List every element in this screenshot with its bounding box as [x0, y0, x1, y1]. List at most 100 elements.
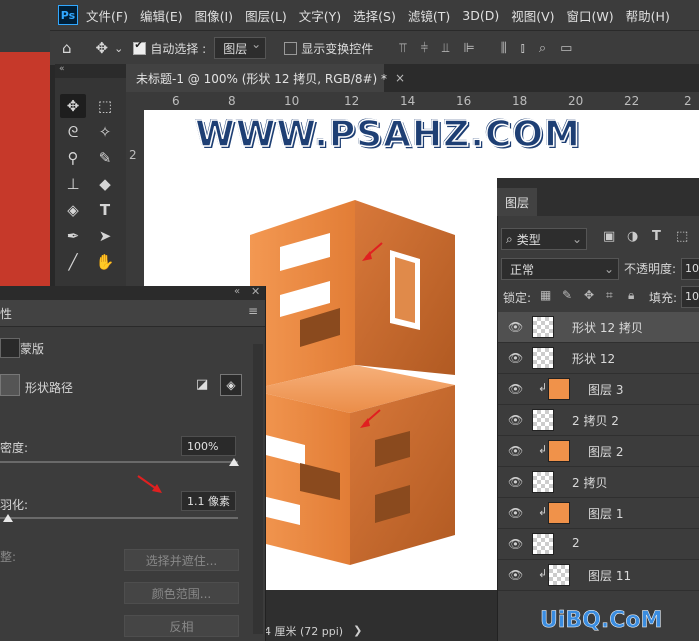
- filter-pixel-icon[interactable]: ▣: [603, 229, 615, 244]
- lasso-icon[interactable]: ᘓ: [60, 120, 86, 144]
- move-tool-icon[interactable]: ✥: [96, 39, 109, 57]
- menu-type[interactable]: 文字(Y): [299, 6, 341, 25]
- close-panel-icon[interactable]: ✕: [251, 285, 260, 298]
- type-tool-icon[interactable]: T: [92, 198, 118, 222]
- density-slider[interactable]: [0, 461, 238, 463]
- layer-name[interactable]: 图层 3: [588, 381, 623, 398]
- auto-select-checkbox[interactable]: [133, 40, 147, 55]
- invert-button[interactable]: 反相: [124, 615, 239, 637]
- align-top-icon[interactable]: ⫪: [399, 41, 406, 56]
- panel-menu-icon[interactable]: ≡: [248, 304, 258, 318]
- menu-layer[interactable]: 图层(L): [245, 6, 287, 25]
- layer-name[interactable]: 形状 12 拷贝: [572, 319, 643, 336]
- lock-position-icon[interactable]: ✥: [584, 288, 594, 302]
- eye-icon[interactable]: 👁︎: [508, 444, 523, 458]
- layer-name[interactable]: 2: [572, 536, 580, 550]
- lock-image-icon[interactable]: ✎: [562, 288, 572, 302]
- filter-shape-icon[interactable]: ⬚: [676, 229, 688, 244]
- distribute-icon[interactable]: ⫼: [501, 41, 507, 56]
- magic-wand-icon[interactable]: ✧: [92, 120, 118, 144]
- align-left-icon[interactable]: ⊫: [463, 41, 474, 56]
- eye-icon[interactable]: 👁︎: [508, 320, 523, 334]
- menu-file[interactable]: 文件(F): [86, 6, 128, 25]
- layer-row[interactable]: 👁︎ ↲ 图层 3: [498, 374, 699, 405]
- eye-icon[interactable]: 👁︎: [508, 475, 523, 489]
- vector-mask-icon[interactable]: [0, 374, 20, 396]
- collapse-icon[interactable]: «: [234, 286, 240, 297]
- menu-help[interactable]: 帮助(H): [626, 6, 670, 25]
- menu-view[interactable]: 视图(V): [511, 6, 554, 25]
- lock-transparent-icon[interactable]: ▦: [540, 288, 551, 302]
- align-bottom-icon[interactable]: ⫫: [442, 41, 449, 56]
- paint-bucket-icon[interactable]: ◈: [60, 198, 86, 222]
- brush-icon[interactable]: ✎: [92, 146, 118, 170]
- eraser-icon[interactable]: ◆: [92, 172, 118, 196]
- document-tab[interactable]: 未标题-1 @ 100% (形状 12 拷贝, RGB/8#) * ×: [126, 64, 405, 92]
- stamp-icon[interactable]: ⊥: [60, 172, 86, 196]
- move-icon[interactable]: ✥: [60, 94, 86, 118]
- layer-name[interactable]: 2 拷贝: [572, 474, 607, 491]
- layer-row[interactable]: 👁︎ ↲ 图层 11: [498, 560, 699, 591]
- layer-row[interactable]: 👁︎ 2 拷贝 2: [498, 405, 699, 436]
- horizontal-ruler[interactable]: 6 8 10 12 14 16 18 20 22 2: [144, 92, 699, 111]
- opacity-input[interactable]: 100: [681, 258, 699, 280]
- layer-row[interactable]: 👁︎ ↲ 图层 1: [498, 498, 699, 529]
- feather-input[interactable]: 1.1 像素: [181, 491, 236, 511]
- density-input[interactable]: 100%: [181, 436, 236, 456]
- home-icon[interactable]: ⌂: [62, 39, 72, 57]
- filter-adjust-icon[interactable]: ◑: [627, 229, 638, 244]
- distribute-2-icon[interactable]: ⫾: [521, 41, 525, 56]
- close-icon[interactable]: ×: [395, 71, 405, 85]
- path-select-icon[interactable]: ➤: [92, 224, 118, 248]
- color-range-button[interactable]: 颜色范围...: [124, 582, 239, 604]
- eye-icon[interactable]: 👁︎: [508, 568, 523, 582]
- layer-name[interactable]: 图层 11: [588, 567, 631, 584]
- layer-row[interactable]: 👁︎ 形状 12 拷贝: [498, 312, 699, 343]
- layer-name[interactable]: 图层 1: [588, 505, 623, 522]
- add-vector-mask-icon[interactable]: ◈: [220, 374, 242, 396]
- layer-row[interactable]: 👁︎ ↲ 图层 2: [498, 436, 699, 467]
- search-icon[interactable]: ⌕: [539, 41, 546, 56]
- menu-window[interactable]: 窗口(W): [567, 6, 614, 25]
- eyedropper-icon[interactable]: ⚲: [60, 146, 86, 170]
- marquee-icon[interactable]: ⬚: [92, 94, 118, 118]
- feather-slider[interactable]: [0, 517, 238, 519]
- layer-row[interactable]: 👁︎ 2: [498, 529, 699, 560]
- layer-row[interactable]: 👁︎ 形状 12: [498, 343, 699, 374]
- eye-icon[interactable]: 👁︎: [508, 351, 523, 365]
- status-arrow-icon[interactable]: ❯: [353, 624, 362, 637]
- pen-icon[interactable]: ✒: [60, 224, 86, 248]
- layers-tab[interactable]: 图层: [497, 188, 537, 216]
- blend-mode-dropdown[interactable]: 正常 ⌄: [501, 258, 619, 280]
- show-transform-checkbox[interactable]: [284, 41, 298, 55]
- align-vcenter-icon[interactable]: ⫩: [421, 41, 428, 56]
- menu-filter[interactable]: 滤镜(T): [408, 6, 450, 25]
- density-slider-thumb[interactable]: [229, 458, 239, 466]
- fill-input[interactable]: 100: [681, 286, 699, 308]
- lock-artboard-icon[interactable]: ⌗: [606, 288, 613, 303]
- mask-icon[interactable]: [0, 338, 20, 358]
- layer-name[interactable]: 图层 2: [588, 443, 623, 460]
- auto-select-dropdown[interactable]: 图层: [214, 37, 267, 59]
- eye-icon[interactable]: 👁︎: [508, 413, 523, 427]
- hand-icon[interactable]: ✋: [92, 250, 118, 274]
- eye-icon[interactable]: 👁︎: [508, 506, 523, 520]
- layer-filter-dropdown[interactable]: ⌕ 类型 ⌄: [501, 228, 587, 250]
- lock-all-icon[interactable]: 🔒︎: [628, 288, 634, 303]
- eye-icon[interactable]: 👁︎: [508, 537, 523, 551]
- layer-row[interactable]: 👁︎ 2 拷贝: [498, 467, 699, 498]
- filter-type-icon[interactable]: T: [652, 229, 661, 244]
- properties-tab-label[interactable]: 性: [0, 305, 12, 322]
- menu-select[interactable]: 选择(S): [353, 6, 396, 25]
- properties-scrollbar[interactable]: [253, 344, 263, 634]
- feather-slider-thumb[interactable]: [3, 514, 13, 522]
- line-tool-icon[interactable]: ╱: [60, 250, 86, 274]
- menu-3d[interactable]: 3D(D): [462, 8, 499, 23]
- workspace-icon[interactable]: ▭: [560, 41, 572, 56]
- chevron-down-icon[interactable]: ⌄: [114, 42, 123, 55]
- add-pixel-mask-icon[interactable]: ◪: [196, 377, 212, 393]
- layer-name[interactable]: 2 拷贝 2: [572, 412, 619, 429]
- eye-icon[interactable]: 👁︎: [508, 382, 523, 396]
- select-and-mask-button[interactable]: 选择并遮住...: [124, 549, 239, 571]
- menu-image[interactable]: 图像(I): [195, 6, 233, 25]
